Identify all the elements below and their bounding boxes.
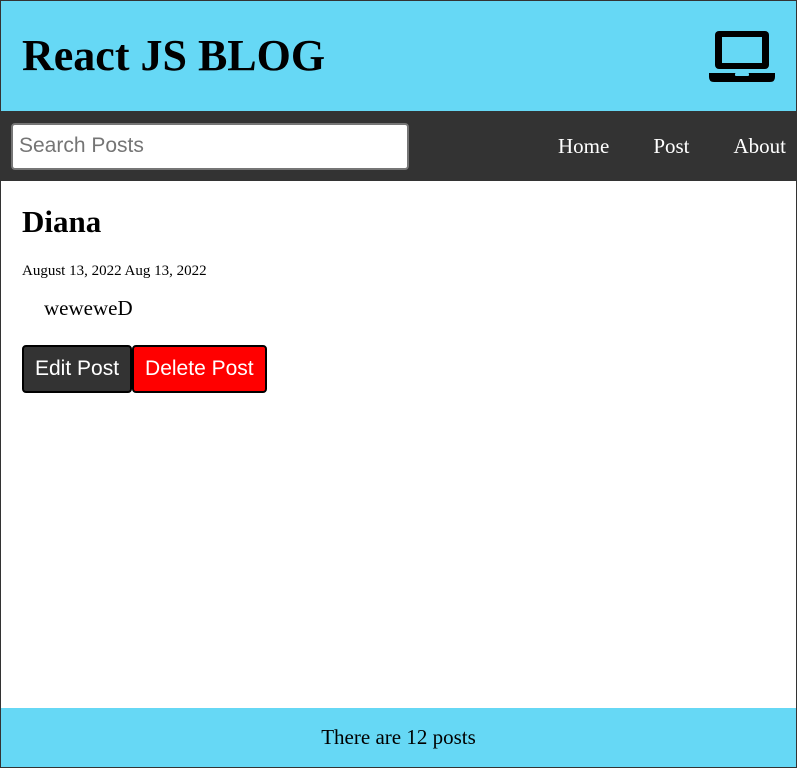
nav-item-about: About (734, 134, 787, 159)
laptop-icon (709, 31, 775, 82)
nav-link-post[interactable]: Post (653, 134, 689, 158)
post-article: Diana August 13, 2022 Aug 13, 2022 wewew… (22, 203, 775, 393)
nav-item-home: Home (558, 134, 609, 159)
nav-link-home[interactable]: Home (558, 134, 609, 158)
post-actions: Edit Post Delete Post (22, 345, 775, 393)
main-nav: Home Post About (1, 111, 796, 181)
post-title: Diana (22, 204, 102, 239)
edit-post-button[interactable]: Edit Post (22, 345, 133, 393)
post-date: August 13, 2022 Aug 13, 2022 (22, 263, 207, 279)
post-page: Diana August 13, 2022 Aug 13, 2022 wewew… (1, 181, 796, 393)
search-input[interactable] (11, 122, 409, 170)
app-footer: There are 12 posts (1, 708, 796, 767)
delete-post-button[interactable]: Delete Post (132, 345, 267, 393)
nav-links: Home Post About (558, 134, 786, 159)
post-body: weweweD (44, 296, 133, 320)
post-count-text: There are 12 posts (321, 725, 476, 749)
app-header: React JS BLOG (1, 1, 796, 111)
nav-link-about[interactable]: About (734, 134, 787, 158)
nav-item-post: Post (653, 134, 689, 159)
app-title: React JS BLOG (22, 31, 326, 80)
app-root: React JS BLOG Home Post About Diana Augu… (0, 0, 797, 768)
